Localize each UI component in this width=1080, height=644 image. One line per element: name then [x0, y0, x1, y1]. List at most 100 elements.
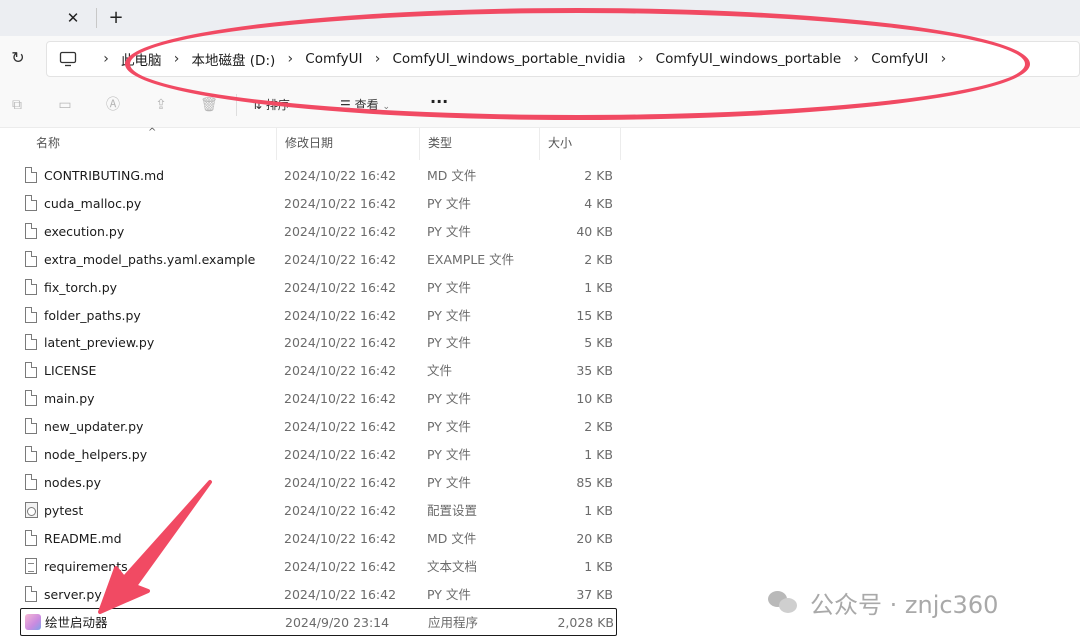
command-bar: ⧉ ▭ Ⓐ ⇪ 🗑 ⇅ 排序 ☰ 查看 ⌄ ··· [0, 82, 1080, 128]
file-type: PY 文件 [427, 279, 471, 295]
breadcrumb-item[interactable]: ComfyUI [871, 51, 928, 67]
breadcrumb-item[interactable]: ComfyUI [305, 51, 362, 67]
more-options-button[interactable]: ··· [430, 94, 452, 116]
paste-icon[interactable]: ▭ [56, 96, 74, 114]
explorer-tab[interactable]: ✕ [0, 0, 96, 36]
column-header-size[interactable]: 大小 [540, 128, 621, 160]
app-icon [25, 614, 41, 631]
file-row[interactable]: CONTRIBUTING.md 2024/10/22 16:42 MD 文件 2 KB [20, 162, 617, 190]
file-name: fix_torch.py [44, 279, 118, 295]
breadcrumb-item[interactable]: ComfyUI_windows_portable_nvidia [393, 51, 626, 67]
file-date: 2024/10/22 16:42 [284, 530, 397, 546]
file-icon [25, 390, 37, 407]
file-name: extra_model_paths.yaml.example [44, 251, 256, 267]
file-size: 2 KB [584, 251, 613, 267]
chevron-right-icon[interactable]: › [162, 51, 192, 67]
file-date: 2024/10/22 16:42 [284, 363, 397, 379]
file-type: EXAMPLE 文件 [427, 251, 515, 267]
file-type: PY 文件 [427, 223, 471, 239]
file-row[interactable]: new_updater.py 2024/10/22 16:42 PY 文件 2 KB [20, 413, 617, 441]
chevron-down-icon: ⌄ [382, 102, 390, 112]
file-type: 文件 [427, 363, 453, 379]
file-type: PY 文件 [427, 391, 471, 407]
breadcrumb: › 此电脑 › 本地磁盘 (D:) › ComfyUI › ComfyUI_windows_p… [91, 42, 958, 76]
file-date: 2024/10/22 16:42 [284, 447, 397, 462]
watermark-text: 公众号 · znjc360 [810, 590, 999, 619]
file-row[interactable]: execution.py 2024/10/22 16:42 PY 文件 40 KB [20, 218, 617, 246]
chevron-right-icon[interactable]: › [91, 51, 121, 67]
chevron-right-icon[interactable]: › [841, 51, 871, 67]
file-icon [25, 167, 37, 183]
file-row[interactable]: server.py 2024/10/22 16:42 PY 文件 37 KB [20, 581, 617, 609]
file-row[interactable]: folder_paths.py 2024/10/22 16:42 PY 文件 15 K… [20, 302, 617, 330]
breadcrumb-item[interactable]: 本地磁盘 (D:) [192, 49, 276, 69]
file-icon [25, 222, 37, 239]
file-type: PY 文件 [427, 419, 471, 435]
share-icon[interactable]: ⇪ [152, 96, 170, 114]
this-pc-icon[interactable] [59, 51, 77, 67]
rename-icon[interactable]: Ⓐ [104, 96, 122, 114]
file-date: 2024/10/22 16:42 [284, 558, 397, 574]
close-tab-icon[interactable]: ✕ [64, 8, 82, 28]
sort-label: 排序 [265, 98, 290, 112]
chevron-right-icon[interactable]: › [363, 51, 393, 67]
file-date: 2024/10/22 16:42 [284, 223, 397, 239]
file-name: server.py [44, 586, 102, 602]
file-size: 2,028 KB [557, 615, 614, 631]
view-label: 查看 [354, 98, 379, 112]
copy-icon[interactable]: ⧉ [8, 96, 26, 114]
file-list: CONTRIBUTING.md 2024/10/22 16:42 MD 文件 2 KB… [0, 162, 1080, 644]
file-name: README.md [44, 530, 122, 546]
file-size: 85 KB [576, 474, 613, 490]
file-name: CONTRIBUTING.md [44, 168, 165, 183]
file-row[interactable]: 绘世启动器 2024/9/20 23:14 应用程序 2,028 KB [20, 608, 617, 637]
file-row[interactable]: latent_preview.py 2024/10/22 16:42 PY 文件 5 … [20, 329, 617, 357]
column-header-type[interactable]: 类型 [420, 128, 540, 160]
file-size: 4 KB [584, 195, 613, 211]
address-bar[interactable]: › 此电脑 › 本地磁盘 (D:) › ComfyUI › ComfyUI_windows_p… [46, 41, 1080, 77]
sort-button[interactable]: ⇅ 排序 [252, 94, 290, 116]
file-row[interactable]: pytest 2024/10/22 16:42 配置设置 1 KB [20, 497, 617, 525]
breadcrumb-item[interactable]: 此电脑 [121, 49, 162, 69]
file-row[interactable]: requirements 2024/10/22 16:42 文本文档 1 KB [20, 553, 617, 581]
file-icon [25, 585, 37, 602]
file-date: 2024/10/22 16:42 [284, 307, 397, 323]
chevron-right-icon[interactable]: › [275, 51, 305, 67]
file-row[interactable]: README.md 2024/10/22 16:42 MD 文件 20 KB [20, 525, 617, 553]
file-size: 2 KB [584, 419, 613, 435]
file-row[interactable]: extra_model_paths.yaml.example 2024/10/22… [20, 246, 617, 274]
file-row[interactable]: node_helpers.py 2024/10/22 16:42 PY 文件 1 KB [20, 441, 617, 469]
view-button[interactable]: ☰ 查看 ⌄ [340, 94, 390, 116]
breadcrumb-item[interactable]: ComfyUI_windows_portable [656, 51, 842, 67]
file-row[interactable]: cuda_malloc.py 2024/10/22 16:42 PY 文件 4 KB [20, 190, 617, 218]
new-tab-button[interactable]: + [106, 6, 126, 30]
file-row[interactable]: main.py 2024/10/22 16:42 PY 文件 10 KB [20, 385, 617, 413]
file-row[interactable]: LICENSE 2024/10/22 16:42 文件 35 KB [20, 357, 617, 385]
file-size: 40 KB [576, 223, 613, 239]
chevron-right-icon[interactable]: › [928, 51, 958, 67]
column-header-name[interactable]: 名称 [28, 128, 277, 160]
file-date: 2024/10/22 16:42 [284, 586, 397, 602]
file-type: PY 文件 [427, 307, 471, 323]
file-size: 1 KB [584, 502, 613, 518]
file-row[interactable]: nodes.py 2024/10/22 16:42 PY 文件 85 KB [20, 469, 617, 497]
file-type: PY 文件 [427, 195, 471, 211]
toolbar-divider [236, 94, 237, 116]
file-date: 2024/9/20 23:14 [285, 615, 390, 631]
column-header-date[interactable]: 修改日期 [277, 128, 420, 160]
file-name: nodes.py [44, 474, 102, 490]
wechat-icon [768, 589, 798, 615]
file-type: PY 文件 [427, 335, 471, 351]
file-icon [25, 446, 37, 462]
file-name: LICENSE [44, 363, 97, 379]
file-name: requirements [44, 558, 128, 574]
file-row[interactable]: fix_torch.py 2024/10/22 16:42 PY 文件 1 KB [20, 274, 617, 302]
file-date: 2024/10/22 16:42 [284, 168, 397, 183]
file-icon [25, 250, 37, 267]
chevron-right-icon[interactable]: › [626, 51, 656, 67]
file-date: 2024/10/22 16:42 [284, 279, 397, 295]
view-icon: ☰ [340, 98, 351, 112]
file-size: 15 KB [576, 307, 613, 323]
delete-icon[interactable]: 🗑 [200, 96, 218, 114]
refresh-icon[interactable]: ↻ [8, 48, 28, 68]
